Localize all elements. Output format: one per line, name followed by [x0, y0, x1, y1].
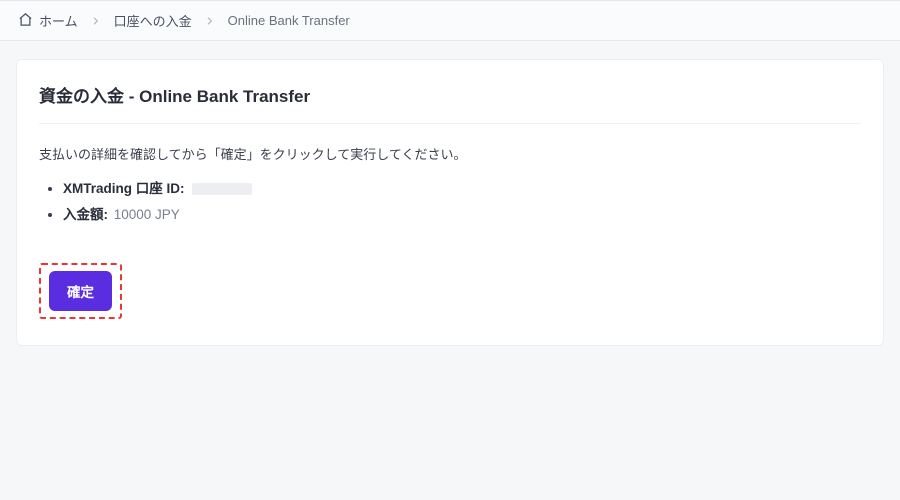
breadcrumb-deposit[interactable]: 口座への入金 [114, 11, 192, 30]
payment-details-list: XMTrading 口座 ID: 入金額: 10000 JPY [39, 177, 861, 223]
confirm-button-callout: 確定 [39, 263, 122, 319]
instruction-text: 支払いの詳細を確認してから「確定」をクリックして実行してください。 [39, 144, 861, 163]
amount-label: 入金額: [63, 207, 108, 222]
breadcrumb: ホーム 口座への入金 Online Bank Transfer [0, 0, 900, 41]
breadcrumb-home-label: ホーム [39, 11, 78, 30]
breadcrumb-current-label: Online Bank Transfer [228, 13, 350, 28]
account-id-label: XMTrading 口座 ID: [63, 181, 185, 196]
breadcrumb-home[interactable]: ホーム [18, 11, 78, 30]
breadcrumb-deposit-label: 口座への入金 [114, 11, 192, 30]
amount-value: 10000 JPY [114, 207, 180, 222]
chevron-right-icon [206, 17, 214, 25]
list-item: 入金額: 10000 JPY [63, 203, 861, 223]
page-title: 資金の入金 - Online Bank Transfer [39, 82, 861, 124]
account-id-value-redacted [192, 183, 252, 195]
breadcrumb-current: Online Bank Transfer [228, 13, 350, 28]
home-icon [18, 12, 33, 30]
list-item: XMTrading 口座 ID: [63, 177, 861, 197]
deposit-confirm-card: 資金の入金 - Online Bank Transfer 支払いの詳細を確認して… [16, 59, 884, 346]
chevron-right-icon [92, 17, 100, 25]
confirm-button[interactable]: 確定 [49, 271, 112, 311]
